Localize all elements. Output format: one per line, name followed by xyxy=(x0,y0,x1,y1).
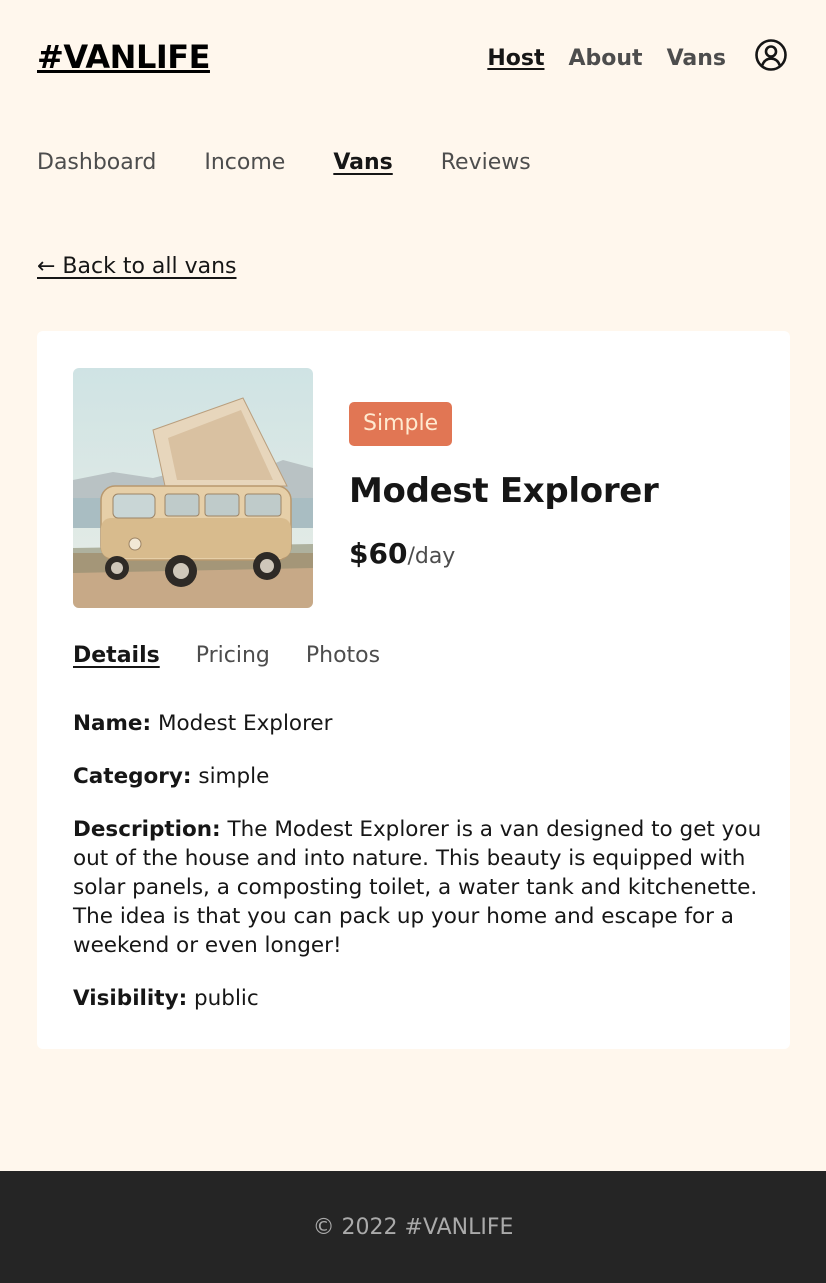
tab-details[interactable]: Details xyxy=(73,643,160,668)
site-footer: © 2022 #VANLIFE xyxy=(0,1171,826,1283)
site-header: #VANLIFE Host About Vans xyxy=(0,0,826,118)
footer-copyright: © 2022 #VANLIFE xyxy=(312,1214,514,1240)
nav-vans-link[interactable]: Vans xyxy=(667,46,726,71)
detail-visibility: Visibility: public xyxy=(73,984,763,1013)
detail-category-label: Category: xyxy=(73,764,192,789)
detail-name-value: Modest Explorer xyxy=(157,711,333,736)
van-detail-card: Simple Modest Explorer $60/day Details P… xyxy=(37,331,790,1049)
van-type-badge: Simple xyxy=(349,402,453,446)
tab-income[interactable]: Income xyxy=(204,150,285,175)
site-logo[interactable]: #VANLIFE xyxy=(37,38,210,76)
user-circle-icon[interactable] xyxy=(754,38,788,72)
detail-visibility-value: public xyxy=(194,986,259,1011)
detail-category-value: simple xyxy=(198,764,270,789)
price-unit: /day xyxy=(407,544,456,569)
host-sub-nav: Dashboard Income Vans Reviews xyxy=(37,150,531,175)
van-title: Modest Explorer xyxy=(349,471,659,511)
van-price: $60/day xyxy=(349,537,455,570)
main-nav: Host About Vans xyxy=(487,38,788,78)
detail-visibility-label: Visibility: xyxy=(73,986,188,1011)
tab-reviews[interactable]: Reviews xyxy=(441,150,531,175)
tab-vans[interactable]: Vans xyxy=(333,150,392,175)
price-amount: $60 xyxy=(349,537,408,570)
detail-name-label: Name: xyxy=(73,711,152,736)
van-photo xyxy=(73,368,313,608)
detail-name: Name: Modest Explorer xyxy=(73,709,763,738)
back-to-vans-link[interactable]: ← Back to all vans xyxy=(37,254,237,279)
tab-pricing[interactable]: Pricing xyxy=(196,643,270,668)
detail-category: Category: simple xyxy=(73,762,763,791)
tab-photos[interactable]: Photos xyxy=(306,643,380,668)
tab-dashboard[interactable]: Dashboard xyxy=(37,150,156,175)
nav-host-link[interactable]: Host xyxy=(487,46,544,71)
van-detail-tabs: Details Pricing Photos xyxy=(73,643,380,668)
van-details-info: Name: Modest Explorer Category: simple D… xyxy=(73,709,763,1037)
detail-description: Description: The Modest Explorer is a va… xyxy=(73,815,763,960)
detail-description-label: Description: xyxy=(73,817,221,842)
nav-about-link[interactable]: About xyxy=(568,46,642,71)
